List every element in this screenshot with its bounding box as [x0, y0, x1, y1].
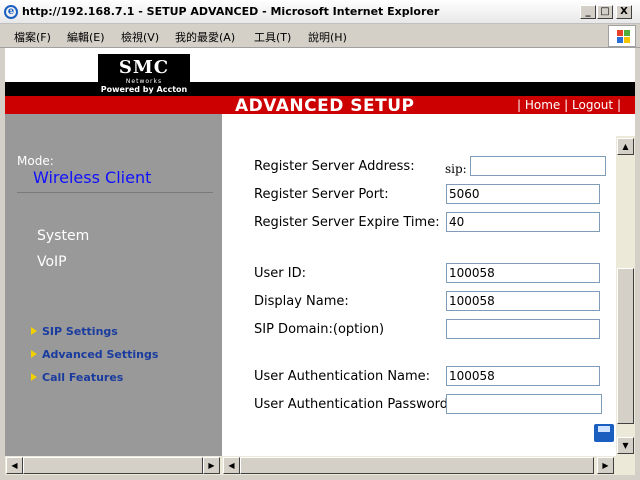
- scroll-right-button[interactable]: ▶: [203, 457, 220, 474]
- triangle-icon: [31, 350, 37, 358]
- window-title: http://192.168.7.1 - SETUP ADVANCED - Mi…: [22, 5, 440, 18]
- scroll-up-button[interactable]: ▲: [617, 138, 634, 155]
- sidebar: Mode: Wireless Client System VoIP SIP Se…: [5, 114, 222, 456]
- user-authentication-name-label: User Authentication Name:: [254, 369, 431, 384]
- minimize-button[interactable]: _: [580, 5, 596, 19]
- menu-bar: 檔案(F) 編輯(E) 檢視(V) 我的最愛(A) 工具(T) 說明(H): [0, 24, 640, 48]
- save-icon[interactable]: [594, 424, 614, 442]
- user-id-input[interactable]: [446, 263, 600, 283]
- windows-logo-icon: [608, 25, 636, 47]
- sip-domain-input[interactable]: [446, 319, 600, 339]
- close-button[interactable]: X: [616, 5, 632, 19]
- menu-favorites[interactable]: 我的最愛(A): [175, 29, 235, 45]
- user-authentication-password-input[interactable]: [446, 394, 602, 414]
- sidebar-divider: [17, 192, 213, 193]
- user-authentication-password-label: User Authentication Password:: [254, 397, 453, 412]
- triangle-icon: [31, 373, 37, 381]
- header-links: | Home | Logout |: [517, 98, 621, 112]
- sip-domain-label: SIP Domain:(option): [254, 322, 385, 337]
- scroll-down-button[interactable]: ▼: [617, 437, 634, 454]
- sidebar-item-system[interactable]: System: [37, 228, 89, 244]
- window-titlebar: e http://192.168.7.1 - SETUP ADVANCED - …: [0, 0, 640, 24]
- scroll-left-button[interactable]: ◀: [6, 457, 23, 474]
- page-title: ADVANCED SETUP: [235, 96, 415, 116]
- register-server-address-input[interactable]: [470, 156, 606, 176]
- menu-help[interactable]: 說明(H): [308, 29, 347, 45]
- web-page: SMC Networks Powered by Accton ADVANCED …: [5, 48, 635, 456]
- ie-icon: e: [4, 5, 18, 19]
- mode-value: Wireless Client: [33, 168, 152, 187]
- register-server-port-label: Register Server Port:: [254, 187, 389, 202]
- status-bar: [0, 475, 640, 480]
- register-server-address-label: Register Server Address:: [254, 159, 415, 174]
- menu-view[interactable]: 檢視(V): [121, 29, 159, 45]
- sidebar-item-advanced-settings[interactable]: Advanced Settings: [31, 348, 158, 361]
- scroll-right-button[interactable]: ▶: [597, 457, 614, 474]
- sidebar-item-call-features[interactable]: Call Features: [31, 371, 123, 384]
- left-horizontal-scrollbar[interactable]: ◀ ▶: [5, 456, 222, 475]
- display-name-label: Display Name:: [254, 294, 349, 309]
- display-name-input[interactable]: [446, 291, 600, 311]
- triangle-icon: [31, 327, 37, 335]
- right-horizontal-scrollbar[interactable]: ◀ ▶: [222, 456, 635, 475]
- menu-edit[interactable]: 編輯(E): [67, 29, 105, 45]
- menu-tools[interactable]: 工具(T): [254, 29, 291, 45]
- scroll-left-button[interactable]: ◀: [223, 457, 240, 474]
- register-server-port-input[interactable]: [446, 184, 600, 204]
- scroll-thumb[interactable]: [23, 457, 203, 474]
- separator: |: [616, 98, 621, 112]
- scroll-thumb[interactable]: [617, 268, 634, 424]
- maximize-button[interactable]: □: [597, 5, 613, 19]
- smc-logo: SMC Networks Powered by Accton: [98, 54, 190, 96]
- user-id-label: User ID:: [254, 266, 306, 281]
- vertical-scrollbar[interactable]: ▲ ▼: [616, 136, 635, 456]
- sidebar-item-sip-settings[interactable]: SIP Settings: [31, 325, 118, 338]
- home-link[interactable]: Home: [525, 98, 560, 112]
- sidebar-item-voip[interactable]: VoIP: [37, 254, 67, 270]
- logout-link[interactable]: Logout: [572, 98, 613, 112]
- user-authentication-name-input[interactable]: [446, 366, 600, 386]
- register-server-expire-time-label: Register Server Expire Time:: [254, 215, 440, 230]
- header-bar: ADVANCED SETUP | Home | Logout |: [5, 96, 635, 116]
- scroll-thumb[interactable]: [240, 457, 594, 474]
- sip-prefix: sip:: [445, 162, 467, 176]
- mode-label: Mode:: [17, 154, 54, 168]
- separator: |: [517, 98, 522, 112]
- separator: |: [564, 98, 569, 112]
- menu-file[interactable]: 檔案(F): [14, 29, 51, 45]
- register-server-expire-time-input[interactable]: [446, 212, 600, 232]
